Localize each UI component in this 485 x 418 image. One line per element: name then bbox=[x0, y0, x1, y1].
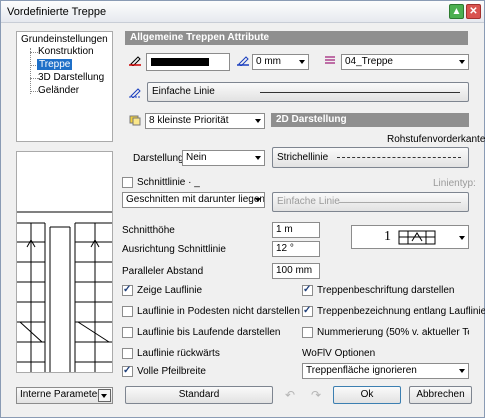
window-title: Vordefinierte Treppe bbox=[7, 6, 107, 18]
beschriftung-label: Treppenbeschriftung darstellen bbox=[317, 285, 455, 296]
bezeichnung-label: Treppenbezeichnung entlang Lauflinie bbox=[317, 306, 485, 317]
ausrichtung-input[interactable]: 12 ° bbox=[272, 241, 320, 257]
nummerierung-checkbox[interactable] bbox=[302, 327, 313, 338]
close-icon: ✕ bbox=[469, 6, 478, 17]
layer-icon bbox=[324, 54, 336, 69]
rohstufen-label: Rohstufenvorderkante bbox=[387, 134, 485, 145]
laufende-label: Lauflinie bis Laufende darstellen bbox=[137, 327, 281, 338]
linientyp-label: Linientyp: bbox=[433, 178, 476, 189]
tree-item-gelaender[interactable]: Geländer bbox=[38, 85, 79, 96]
abstand-input[interactable]: 100 mm bbox=[272, 263, 320, 279]
priority-value: 8 kleinste Priorität bbox=[149, 115, 229, 126]
standard-button[interactable]: Standard bbox=[125, 386, 273, 404]
redo-icon[interactable]: ↷ bbox=[311, 388, 321, 402]
schnittlinie-checkbox[interactable] bbox=[122, 177, 133, 188]
layer-value: 04_Treppe bbox=[345, 56, 393, 67]
linestyle-sample bbox=[260, 92, 460, 93]
zeige-lauflinie-label: Zeige Lauflinie bbox=[137, 285, 203, 296]
line-color-picker[interactable] bbox=[146, 53, 230, 71]
ok-button[interactable]: Ok bbox=[333, 386, 401, 404]
pen-width-select[interactable]: 0 mm bbox=[252, 54, 309, 70]
rueckwaerts-checkbox[interactable] bbox=[122, 348, 133, 359]
podeste-label: Lauflinie in Podesten nicht darstellen bbox=[137, 306, 300, 317]
wofiv-value: Treppenfläche ignorieren bbox=[306, 365, 417, 376]
tree-item-treppe[interactable]: Treppe bbox=[37, 59, 73, 70]
linestyle-button[interactable]: Einfache Linie bbox=[147, 82, 469, 102]
arrow-type-select[interactable]: 1 bbox=[351, 225, 469, 249]
chevron-down-icon bbox=[101, 394, 107, 398]
tree-item-grundeinstellungen[interactable]: Grundeinstellungen bbox=[21, 34, 108, 45]
help-button[interactable]: ▲ bbox=[449, 4, 464, 19]
undo-icon[interactable]: ↶ bbox=[285, 388, 295, 402]
podeste-checkbox[interactable] bbox=[122, 306, 133, 317]
volle-pfeilbreite-label: Volle Pfeilbreite bbox=[137, 366, 206, 377]
stair-preview bbox=[16, 151, 113, 373]
cancel-button[interactable]: Abbrechen bbox=[409, 386, 472, 404]
section-general-attributes: Allgemeine Treppen Attribute bbox=[125, 31, 468, 45]
section-2d-darstellung: 2D Darstellung bbox=[271, 113, 469, 127]
stair-preview-drawing bbox=[17, 211, 112, 372]
linestyle-value: Einfache Linie bbox=[152, 86, 215, 97]
close-button[interactable]: ✕ bbox=[466, 4, 481, 19]
schnitt-linestyle-sample bbox=[339, 202, 461, 203]
priority-icon bbox=[129, 114, 141, 129]
chevron-down-icon bbox=[459, 369, 465, 373]
strichellinie-value: Strichellinie bbox=[277, 152, 329, 163]
bezeichnung-checkbox[interactable] bbox=[302, 305, 313, 317]
schnitt-mode-value: Geschnitten mit darunter liegend bbox=[126, 194, 265, 205]
arrow-type-value: 1 bbox=[384, 229, 391, 244]
darstellung-label: Darstellung: bbox=[133, 153, 187, 164]
tree-item-konstruktion[interactable]: Konstruktion bbox=[38, 46, 94, 57]
interne-parameter-select[interactable]: Interne Parameter bbox=[16, 387, 113, 404]
priority-select[interactable]: 8 kleinste Priorität bbox=[145, 113, 265, 129]
title-bar: Vordefinierte Treppe ▲ ✕ bbox=[1, 1, 484, 23]
chevron-down-icon bbox=[255, 198, 261, 202]
interne-parameter-label: Interne Parameter bbox=[20, 389, 101, 400]
chevron-down-icon bbox=[459, 236, 465, 240]
zeige-lauflinie-checkbox[interactable] bbox=[122, 284, 133, 296]
chevron-down-icon bbox=[459, 60, 465, 64]
strichellinie-button[interactable]: Strichellinie bbox=[272, 147, 469, 168]
tree-item-3d-darstellung[interactable]: 3D Darstellung bbox=[38, 72, 104, 83]
darstellung-value: Nein bbox=[186, 152, 207, 163]
layer-select[interactable]: 04_Treppe bbox=[341, 54, 469, 70]
chevron-down-icon bbox=[299, 60, 305, 64]
ausrichtung-label: Ausrichtung Schnittlinie bbox=[122, 244, 226, 255]
schnitt-linestyle-button[interactable]: Einfache Linie bbox=[272, 192, 469, 212]
volle-pfeilbreite-checkbox[interactable] bbox=[122, 365, 133, 377]
interne-dropdown-button bbox=[98, 389, 111, 402]
abstand-label: Paralleler Abstand bbox=[122, 266, 204, 277]
schnitt-linestyle-value: Einfache Linie bbox=[277, 196, 340, 207]
pen-color-icon bbox=[129, 54, 141, 69]
wofiv-label: WoFlV Optionen bbox=[302, 348, 376, 359]
beschriftung-checkbox[interactable] bbox=[302, 284, 313, 296]
color-swatch bbox=[151, 58, 209, 66]
schnittlinie-label: Schnittlinie · _ bbox=[137, 177, 200, 188]
wofiv-select[interactable]: Treppenfläche ignorieren bbox=[302, 363, 469, 379]
schnitt-mode-select[interactable]: Geschnitten mit darunter liegend bbox=[122, 192, 265, 208]
nummerierung-label: Nummerierung (50% v. aktueller Texthöhe bbox=[317, 327, 469, 338]
arrow-type-preview-icon bbox=[398, 230, 436, 245]
pen-width-icon bbox=[237, 54, 249, 69]
rueckwaerts-label: Lauflinie rückwärts bbox=[137, 348, 220, 359]
schnitthoehe-input[interactable]: 1 m bbox=[272, 222, 320, 238]
chevron-down-icon bbox=[255, 156, 261, 160]
strichellinie-sample bbox=[337, 157, 461, 158]
dialog-window: Vordefinierte Treppe ▲ ✕ Grundeinstellun… bbox=[0, 0, 485, 418]
chevron-down-icon bbox=[255, 119, 261, 123]
laufende-checkbox[interactable] bbox=[122, 327, 133, 338]
pen-width-value: 0 mm bbox=[256, 56, 281, 67]
help-icon: ▲ bbox=[451, 6, 462, 17]
darstellung-select[interactable]: Nein bbox=[182, 150, 265, 166]
settings-tree: Grundeinstellungen Konstruktion Treppe 3… bbox=[16, 31, 113, 142]
schnitthoehe-label: Schnitthöhe bbox=[122, 225, 175, 236]
linestyle-pen-icon bbox=[129, 86, 141, 101]
